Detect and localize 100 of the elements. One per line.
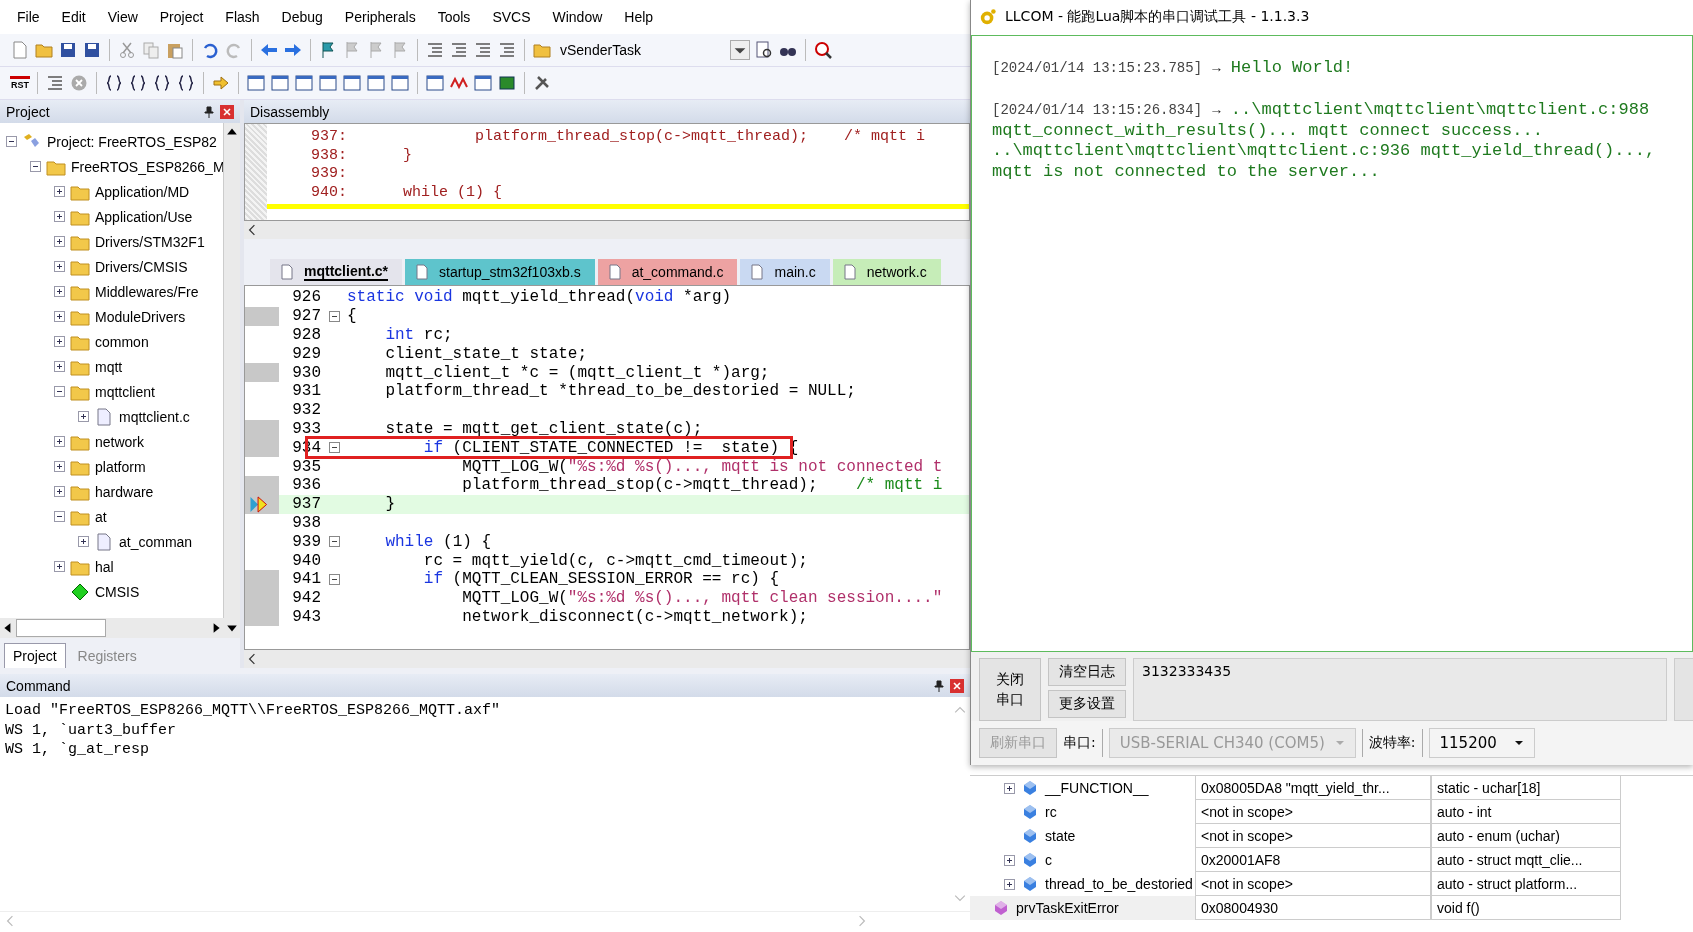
send-input-field[interactable]: 3132333435	[1133, 657, 1667, 722]
menu-item[interactable]: Help	[613, 9, 665, 25]
arrow-icon[interactable]	[211, 73, 231, 93]
close-icon[interactable]	[950, 678, 964, 693]
expand-icon[interactable]	[54, 361, 65, 372]
menu-item[interactable]: Edit	[50, 9, 97, 25]
tree-item[interactable]: network	[95, 433, 145, 450]
window-icon[interactable]	[390, 73, 410, 93]
close-port-button[interactable]: 关闭串口	[979, 657, 1041, 722]
pin-icon[interactable]	[934, 679, 944, 692]
braces-icon[interactable]	[152, 73, 172, 93]
tree-item[interactable]: platform	[95, 458, 146, 475]
scrollbar[interactable]	[244, 650, 970, 668]
expand-icon[interactable]	[1004, 878, 1015, 890]
tree-item[interactable]: at	[95, 508, 107, 525]
expand-icon[interactable]	[78, 536, 89, 547]
menu-item[interactable]: File	[6, 9, 51, 25]
collapse-icon[interactable]	[328, 573, 340, 585]
tree-item[interactable]: Drivers/CMSIS	[95, 258, 188, 275]
collapse-icon[interactable]	[328, 536, 340, 548]
window-icon[interactable]	[473, 73, 493, 93]
menu-item[interactable]: Window	[541, 9, 614, 25]
braces-icon[interactable]	[176, 73, 196, 93]
window-icon[interactable]	[425, 73, 445, 93]
tree-item[interactable]: hal	[95, 558, 114, 575]
window-icon[interactable]	[294, 73, 314, 93]
uncomment-icon[interactable]	[497, 40, 517, 60]
expand-icon[interactable]	[54, 436, 65, 447]
menu-item[interactable]: Project	[148, 9, 215, 25]
tree-item[interactable]: ModuleDrivers	[95, 308, 186, 325]
panel-tab[interactable]: Project	[4, 643, 66, 668]
tree-item[interactable]: mqtt	[95, 358, 123, 375]
file-tab[interactable]: mqttclient.c*	[270, 259, 402, 285]
menu-item[interactable]: Tools	[426, 9, 482, 25]
collapse-icon[interactable]	[30, 161, 41, 172]
target-dropdown[interactable]: vSenderTask	[556, 40, 750, 60]
expand-icon[interactable]	[1004, 782, 1015, 794]
watch-name[interactable]: thread_to_be_destoried	[1045, 876, 1193, 892]
expand-icon[interactable]	[54, 336, 65, 347]
file-tab[interactable]: network.c	[832, 259, 941, 285]
scroll-left-icon[interactable]	[246, 653, 258, 665]
clear-log-button[interactable]: 清空日志	[1048, 657, 1126, 686]
expand-icon[interactable]	[54, 186, 65, 197]
outdent-icon[interactable]	[449, 40, 469, 60]
comment-icon[interactable]	[473, 40, 493, 60]
tree-item[interactable]: Drivers/STM32F1	[95, 233, 205, 250]
tree-item[interactable]: FreeRTOS_ESP8266_M	[71, 158, 223, 175]
window-icon[interactable]	[270, 73, 290, 93]
tree-item[interactable]: common	[95, 333, 149, 350]
menu-item[interactable]: View	[96, 9, 149, 25]
save-all-icon[interactable]	[82, 40, 102, 60]
file-tab[interactable]: main.c	[740, 259, 830, 285]
expand-icon[interactable]	[54, 311, 65, 322]
more-settings-button[interactable]: 更多设置	[1048, 689, 1126, 718]
collapse-icon[interactable]	[6, 136, 17, 147]
braces-icon[interactable]	[128, 73, 148, 93]
tree-item[interactable]: Application/MD	[95, 183, 190, 200]
tree-item[interactable]: mqttclient	[95, 383, 155, 400]
tree-item[interactable]: mqttclient.c	[119, 408, 190, 425]
find-icon[interactable]	[754, 40, 774, 60]
expand-icon[interactable]	[54, 486, 65, 497]
watch-name[interactable]: state	[1045, 828, 1076, 844]
menu-item[interactable]: Flash	[214, 9, 271, 25]
pin-icon[interactable]	[204, 105, 214, 118]
collapse-icon[interactable]	[328, 310, 340, 322]
expand-icon[interactable]	[54, 261, 65, 272]
expand-icon[interactable]	[54, 286, 65, 297]
window-icon[interactable]	[342, 73, 362, 93]
debug-icon[interactable]	[813, 40, 833, 60]
scrollbar[interactable]	[0, 618, 240, 638]
menu-item[interactable]: Debug	[270, 9, 334, 25]
collapse-icon[interactable]	[54, 386, 65, 397]
scrollbar-thumb[interactable]	[16, 619, 106, 637]
window-icon[interactable]	[246, 73, 266, 93]
tree-item[interactable]: hardware	[95, 483, 154, 500]
scrollbar[interactable]	[223, 123, 240, 618]
reset-button[interactable]: RST	[10, 76, 30, 90]
expand-icon[interactable]	[54, 211, 65, 222]
tree-item[interactable]: Application/Use	[95, 208, 193, 225]
tree-item[interactable]: CMSIS	[95, 583, 140, 600]
file-tab[interactable]: at_command.c	[597, 259, 738, 285]
expand-icon[interactable]	[54, 461, 65, 472]
tree-item[interactable]: Project: FreeRTOS_ESP82	[47, 133, 217, 150]
watch-name[interactable]: c	[1045, 852, 1052, 868]
collapse-icon[interactable]	[328, 442, 340, 454]
scrollbar[interactable]	[244, 221, 970, 239]
collapse-icon[interactable]	[54, 511, 65, 522]
expand-icon[interactable]	[54, 561, 65, 572]
save-icon[interactable]	[58, 40, 78, 60]
list-icon[interactable]	[45, 73, 65, 93]
expand-icon[interactable]	[1004, 854, 1015, 866]
indent-icon[interactable]	[425, 40, 445, 60]
menu-item[interactable]: Peripherals	[333, 9, 427, 25]
window-icon[interactable]	[318, 73, 338, 93]
braces-icon[interactable]	[104, 73, 124, 93]
expand-icon[interactable]	[78, 411, 89, 422]
menu-item[interactable]: SVCS	[481, 9, 542, 25]
watch-name[interactable]: __FUNCTION__	[1045, 780, 1149, 796]
watch-name[interactable]: rc	[1045, 804, 1057, 820]
scroll-left-icon[interactable]	[246, 224, 258, 236]
